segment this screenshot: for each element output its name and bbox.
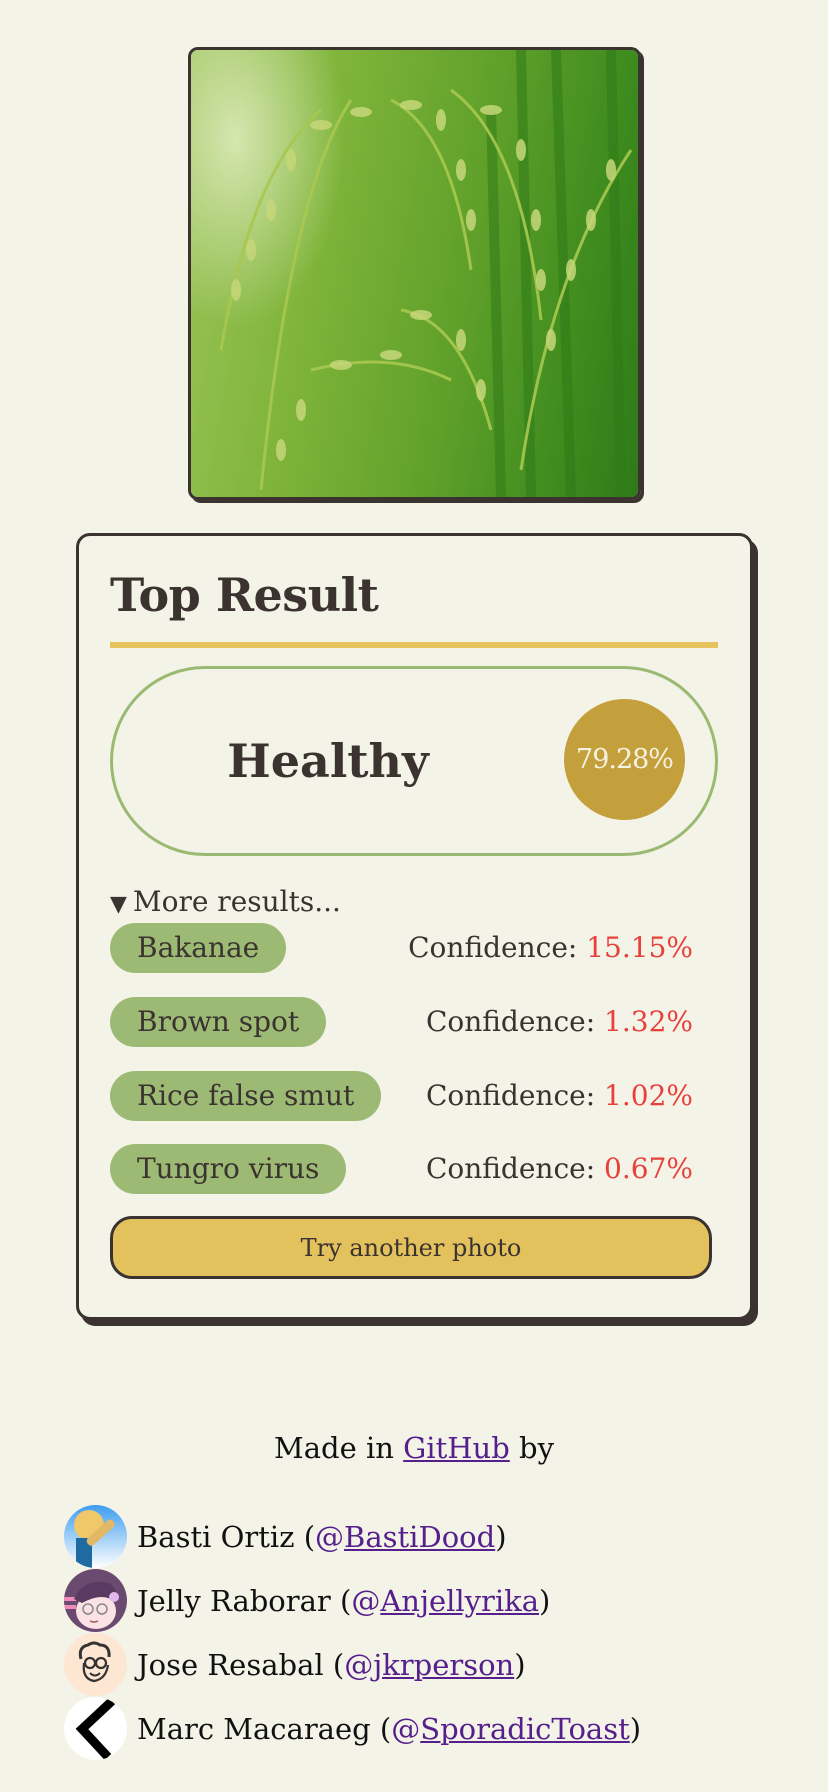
more-results-label: More results... bbox=[132, 885, 341, 918]
result-label-pill: Brown spot bbox=[110, 997, 327, 1047]
basti-avatar bbox=[64, 1505, 127, 1568]
triangle-down-icon: ▼ bbox=[110, 892, 127, 917]
made-in-credit: Made in GitHub by bbox=[0, 1428, 828, 1468]
result-confidence: Confidence: 1.32% bbox=[426, 997, 693, 1047]
result-label-pill: Bakanae bbox=[110, 923, 287, 973]
top-result-confidence: 79.28% bbox=[576, 744, 674, 775]
card-title: Top Result bbox=[110, 568, 379, 622]
contributor-item: Jose Resabal (@ jkrperson) bbox=[64, 1633, 526, 1696]
result-row: Bakanae Confidence: 15.15% bbox=[110, 923, 720, 973]
contributor-item: Basti Ortiz (@ BastiDood) bbox=[64, 1505, 507, 1568]
contributor-name: Marc Macaraeg bbox=[137, 1711, 371, 1746]
confidence-value: 0.67% bbox=[604, 1152, 693, 1185]
result-confidence: Confidence: 0.67% bbox=[426, 1144, 693, 1194]
title-divider bbox=[110, 642, 718, 648]
result-row: Tungro virus Confidence: 0.67% bbox=[110, 1144, 720, 1194]
top-result-pill: Healthy 79.28% bbox=[110, 666, 718, 856]
confidence-value: 15.15% bbox=[586, 931, 693, 964]
confidence-value: 1.32% bbox=[604, 1005, 693, 1038]
uploaded-photo bbox=[188, 47, 641, 500]
chevron-left-avatar-icon bbox=[64, 1697, 127, 1760]
top-result-label: Healthy bbox=[227, 734, 429, 788]
confidence-prefix: Confidence: bbox=[425, 1005, 596, 1038]
confidence-prefix: Confidence: bbox=[425, 1079, 596, 1112]
result-confidence: Confidence: 15.15% bbox=[408, 923, 693, 973]
at-sign: @ bbox=[344, 1647, 374, 1682]
made-prefix: Made in bbox=[274, 1431, 404, 1465]
top-result-confidence-badge: 79.28% bbox=[564, 699, 685, 820]
rice-panicles-illustration bbox=[219, 50, 633, 497]
basti-avatar-icon bbox=[64, 1505, 127, 1568]
made-suffix: by bbox=[509, 1431, 554, 1465]
contributor-handle-link[interactable]: Anjellyrika bbox=[380, 1584, 539, 1618]
result-row: Brown spot Confidence: 1.32% bbox=[110, 997, 720, 1047]
confidence-prefix: Confidence: bbox=[425, 1152, 596, 1185]
result-row: Rice false smut Confidence: 1.02% bbox=[110, 1071, 720, 1121]
github-link[interactable]: GitHub bbox=[403, 1431, 510, 1465]
marc-avatar bbox=[64, 1697, 127, 1760]
result-card: Top Result Healthy 79.28% ▼ More results.… bbox=[76, 533, 753, 1320]
contributor-name: Jelly Raborar bbox=[137, 1583, 331, 1618]
at-sign: @ bbox=[351, 1583, 381, 1618]
contributor-item: Marc Macaraeg (@ SporadicToast) bbox=[64, 1697, 641, 1760]
at-sign: @ bbox=[391, 1711, 421, 1746]
jose-avatar bbox=[64, 1633, 127, 1696]
contributor-name: Basti Ortiz bbox=[137, 1519, 295, 1554]
jelly-avatar bbox=[64, 1569, 127, 1632]
try-another-photo-button[interactable]: Try another photo bbox=[110, 1216, 712, 1279]
result-label-pill: Rice false smut bbox=[110, 1071, 382, 1121]
at-sign: @ bbox=[315, 1519, 345, 1554]
jelly-avatar-icon bbox=[64, 1569, 127, 1632]
confidence-prefix: Confidence: bbox=[408, 931, 578, 964]
rice-plant-image bbox=[191, 50, 638, 497]
contributor-handle-link[interactable]: SporadicToast bbox=[420, 1712, 630, 1746]
result-label-pill: Tungro virus bbox=[110, 1144, 347, 1194]
more-results-toggle[interactable]: ▼ More results... bbox=[110, 884, 341, 923]
confidence-value: 1.02% bbox=[604, 1079, 693, 1112]
contributor-handle-link[interactable]: jkrperson bbox=[373, 1648, 514, 1682]
result-confidence: Confidence: 1.02% bbox=[426, 1071, 693, 1121]
contributor-name: Jose Resabal bbox=[137, 1647, 324, 1682]
contributor-item: Jelly Raborar (@ Anjellyrika) bbox=[64, 1569, 550, 1632]
jose-avatar-icon bbox=[64, 1633, 127, 1696]
contributor-handle-link[interactable]: BastiDood bbox=[344, 1520, 495, 1554]
